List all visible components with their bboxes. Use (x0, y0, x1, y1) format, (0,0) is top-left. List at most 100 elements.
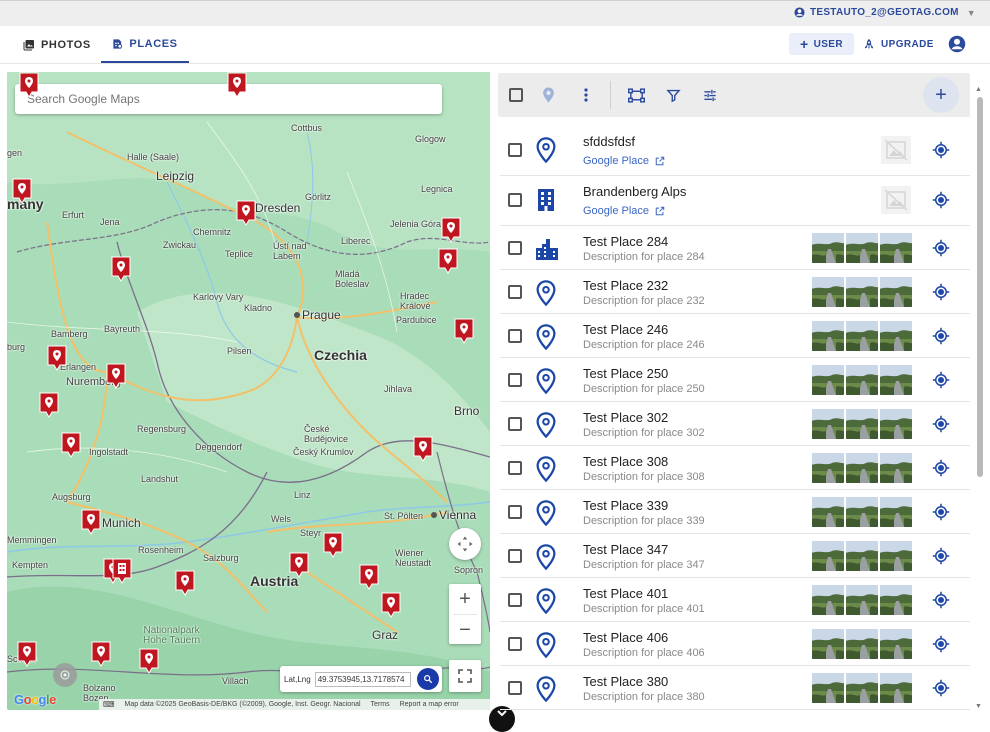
photo-thumbnail[interactable] (880, 277, 912, 307)
map-marker[interactable] (175, 570, 195, 596)
filter-button[interactable] (663, 85, 683, 105)
locate-button[interactable] (932, 503, 950, 521)
photo-thumbnail[interactable] (812, 541, 844, 571)
map-marker[interactable] (236, 200, 256, 226)
zoom-in-button[interactable]: + (449, 584, 481, 614)
tab-photos[interactable]: PHOTOS (23, 26, 91, 63)
row-checkbox[interactable] (508, 329, 522, 343)
keyboard-icon[interactable]: ⌨ (103, 700, 115, 709)
map-marker[interactable] (381, 592, 401, 618)
locate-button[interactable] (932, 415, 950, 433)
photo-thumbnail[interactable] (846, 277, 878, 307)
photo-thumbnail[interactable] (812, 233, 844, 263)
photo-thumbnail[interactable] (846, 233, 878, 263)
photo-thumbnail[interactable] (880, 321, 912, 351)
map-marker[interactable] (227, 72, 247, 98)
map-marker[interactable] (91, 641, 111, 667)
map-view[interactable]: Czechia Austria many Prague Munich Vienn… (7, 72, 490, 710)
row-checkbox[interactable] (508, 637, 522, 651)
map-marker[interactable] (39, 392, 59, 418)
locate-button[interactable] (932, 459, 950, 477)
row-checkbox[interactable] (508, 373, 522, 387)
photo-thumbnail[interactable] (812, 453, 844, 483)
place-row[interactable]: Test Place 246 Description for place 246 (500, 314, 970, 358)
add-place-button[interactable]: + (923, 77, 959, 113)
locate-button[interactable] (932, 191, 950, 209)
photo-thumbnail[interactable] (812, 409, 844, 439)
place-filter-button[interactable] (538, 85, 558, 105)
map-marker[interactable] (289, 552, 309, 578)
locate-button[interactable] (932, 635, 950, 653)
locate-button[interactable] (932, 371, 950, 389)
map-marker[interactable] (81, 509, 101, 535)
map-marker[interactable] (139, 648, 159, 674)
locate-button[interactable] (932, 239, 950, 257)
photo-thumbnail[interactable] (880, 585, 912, 615)
map-marker[interactable] (12, 178, 32, 204)
map-marker[interactable] (61, 432, 81, 458)
place-row[interactable]: Test Place 284 Description for place 284 (500, 226, 970, 270)
photo-thumbnail[interactable] (846, 629, 878, 659)
latlng-search-button[interactable] (416, 668, 439, 690)
photo-thumbnail[interactable] (880, 497, 912, 527)
street-view-pegman[interactable] (53, 663, 77, 687)
photo-thumbnail[interactable] (812, 321, 844, 351)
place-row[interactable]: Test Place 339 Description for place 339 (500, 490, 970, 534)
photo-thumbnail[interactable] (880, 629, 912, 659)
photo-thumbnail[interactable] (846, 541, 878, 571)
locate-button[interactable] (932, 591, 950, 609)
settings-button[interactable] (700, 85, 720, 105)
locate-button[interactable] (932, 547, 950, 565)
locate-button[interactable] (932, 141, 950, 159)
place-row[interactable]: Brandenberg Alps Google Place (500, 176, 970, 226)
place-row[interactable]: Test Place 308 Description for place 308 (500, 446, 970, 490)
place-row[interactable]: Test Place 250 Description for place 250 (500, 358, 970, 402)
photo-thumbnail[interactable] (812, 365, 844, 395)
map-marker[interactable] (441, 217, 461, 243)
row-checkbox[interactable] (508, 193, 522, 207)
locate-button[interactable] (932, 327, 950, 345)
photo-thumbnail[interactable] (812, 673, 844, 703)
latlng-input[interactable]: 49.3753945,13.7178574 (314, 671, 411, 687)
row-checkbox[interactable] (508, 417, 522, 431)
map-marker[interactable] (17, 641, 37, 667)
map-marker[interactable] (454, 318, 474, 344)
photo-thumbnail[interactable] (846, 585, 878, 615)
fullscreen-button[interactable] (449, 660, 481, 692)
place-row[interactable]: Test Place 347 Description for place 347 (500, 534, 970, 578)
photo-thumbnail[interactable] (846, 409, 878, 439)
account-menu[interactable]: TESTAUTO_2@GEOTAG.COM ▼ (794, 7, 976, 18)
scroll-down-arrow[interactable]: ▼ (975, 703, 982, 710)
terms-link[interactable]: Terms (371, 701, 390, 708)
photo-thumbnail[interactable] (812, 585, 844, 615)
photo-thumbnail[interactable] (846, 365, 878, 395)
row-checkbox[interactable] (508, 505, 522, 519)
report-link[interactable]: Report a map error (400, 701, 459, 708)
zoom-out-button[interactable]: − (449, 615, 481, 645)
photo-thumbnail[interactable] (880, 673, 912, 703)
tab-places[interactable]: PLACES (101, 26, 189, 63)
place-row[interactable]: Test Place 401 Description for place 401 (500, 578, 970, 622)
photo-thumbnail[interactable] (880, 453, 912, 483)
rotate-map-button[interactable] (449, 528, 481, 560)
photo-thumbnail[interactable] (880, 233, 912, 263)
locate-button[interactable] (932, 283, 950, 301)
row-checkbox[interactable] (508, 285, 522, 299)
map-marker[interactable] (438, 248, 458, 274)
select-area-button[interactable] (626, 85, 646, 105)
photo-thumbnail[interactable] (880, 365, 912, 395)
scrollbar-thumb[interactable] (977, 97, 983, 477)
map-marker[interactable] (111, 256, 131, 282)
upgrade-button[interactable]: UPGRADE (863, 33, 934, 55)
more-options-button[interactable] (576, 85, 596, 105)
photo-thumbnail[interactable] (846, 453, 878, 483)
profile-button[interactable] (948, 35, 966, 58)
place-row[interactable]: Test Place 380 Description for place 380 (500, 666, 970, 710)
place-row[interactable]: Test Place 232 Description for place 232 (500, 270, 970, 314)
photo-thumbnail[interactable] (812, 497, 844, 527)
row-checkbox[interactable] (508, 681, 522, 695)
photo-thumbnail[interactable] (880, 409, 912, 439)
map-marker[interactable] (323, 532, 343, 558)
row-checkbox[interactable] (508, 593, 522, 607)
photo-thumbnail[interactable] (846, 497, 878, 527)
